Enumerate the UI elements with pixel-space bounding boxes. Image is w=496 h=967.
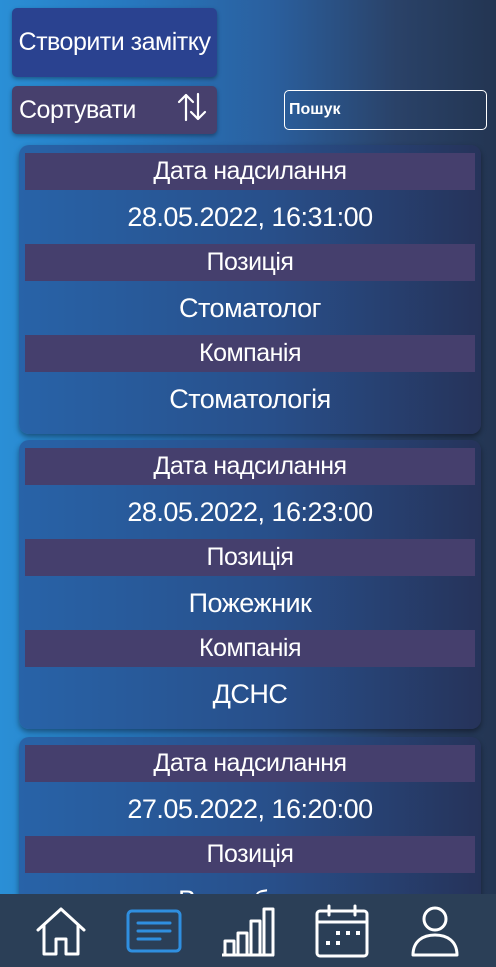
sort-arrows-icon — [175, 90, 209, 131]
notes-icon — [126, 909, 182, 952]
nav-profile[interactable] — [403, 899, 467, 963]
date-value: 28.05.2022, 16:23:00 — [127, 496, 373, 527]
nav-notes[interactable] — [122, 899, 186, 963]
position-label: Позиція — [25, 539, 475, 576]
company-value: Стоматологія — [169, 383, 331, 414]
company-value: ДСНС — [212, 678, 288, 709]
home-icon — [36, 907, 86, 955]
position-value: Пожежник — [188, 587, 312, 618]
position-value: Стоматолог — [179, 292, 321, 323]
date-label: Дата надсилання — [25, 153, 475, 190]
nav-calendar[interactable] — [310, 899, 374, 963]
company-label: Компанія — [25, 335, 475, 372]
date-label: Дата надсилання — [25, 448, 475, 485]
calendar-icon — [315, 904, 369, 957]
create-note-button[interactable]: Створити замітку — [12, 8, 217, 77]
note-card[interactable]: Дата надсилання 28.05.2022, 16:23:00 Поз… — [19, 440, 481, 729]
stats-icon — [221, 907, 275, 956]
date-value: 27.05.2022, 16:20:00 — [127, 793, 373, 824]
position-label: Позиція — [25, 244, 475, 281]
search-input[interactable] — [284, 90, 487, 130]
date-value: 28.05.2022, 16:31:00 — [127, 201, 373, 232]
position-label: Позиція — [25, 836, 475, 873]
date-label: Дата надсилання — [25, 745, 475, 782]
profile-icon — [411, 906, 459, 956]
nav-home[interactable] — [29, 899, 93, 963]
bottom-nav — [0, 894, 496, 967]
sort-label: Сортувати — [19, 95, 136, 124]
company-label: Компанія — [25, 630, 475, 667]
note-card[interactable]: Дата надсилання 28.05.2022, 16:31:00 Поз… — [19, 145, 481, 434]
sort-button[interactable]: Сортувати — [12, 86, 217, 134]
nav-stats[interactable] — [216, 899, 280, 963]
